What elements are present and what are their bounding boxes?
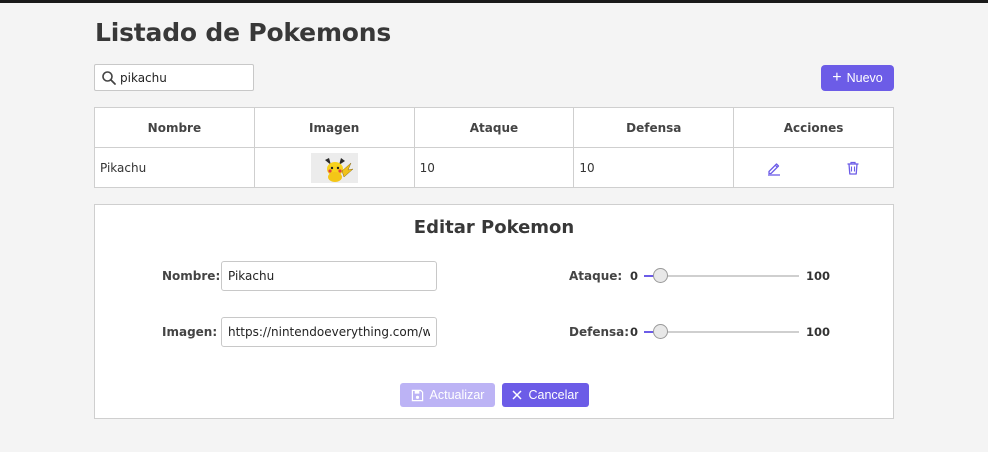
- update-button[interactable]: Actualizar: [400, 383, 495, 407]
- table-row: Pikachu 10 10: [94, 147, 894, 188]
- attack-min: 0: [630, 269, 639, 283]
- update-button-label: Actualizar: [429, 388, 485, 402]
- edit-pokemon-panel: Editar Pokemon Nombre: Imagen: Ataque: 0…: [94, 204, 894, 419]
- name-field[interactable]: [221, 261, 437, 291]
- defense-max: 100: [806, 325, 831, 339]
- search-input[interactable]: [120, 67, 248, 88]
- defense-min: 0: [630, 325, 639, 339]
- pikachu-image: [310, 152, 358, 183]
- cell-defense: 10: [573, 147, 735, 188]
- search-icon: [102, 71, 116, 85]
- image-url-field[interactable]: [221, 317, 437, 347]
- column-header-ataque[interactable]: Ataque: [413, 107, 575, 148]
- attack-slider-handle[interactable]: [652, 268, 668, 283]
- column-header-defensa[interactable]: Defensa: [573, 107, 735, 148]
- edit-panel-title: Editar Pokemon: [413, 217, 575, 238]
- search-box[interactable]: [94, 64, 254, 91]
- trash-icon[interactable]: [845, 160, 861, 176]
- edit-icon[interactable]: [766, 160, 782, 176]
- attack-label: Ataque:: [569, 269, 623, 283]
- cancel-button[interactable]: Cancelar: [502, 383, 589, 407]
- column-header-nombre[interactable]: Nombre: [94, 107, 255, 148]
- column-header-imagen[interactable]: Imagen: [253, 107, 415, 148]
- cell-name: Pikachu: [94, 147, 255, 188]
- cell-image: [253, 147, 415, 188]
- defense-label: Defensa:: [569, 325, 630, 339]
- attack-max: 100: [806, 269, 831, 283]
- plus-icon: +: [832, 68, 842, 86]
- table-header-row: Nombre Imagen Ataque Defensa Acciones: [94, 107, 894, 148]
- image-label: Imagen:: [162, 325, 218, 339]
- defense-slider-handle[interactable]: [652, 324, 668, 339]
- save-icon: [411, 389, 423, 401]
- attack-slider[interactable]: [644, 268, 799, 283]
- cell-attack: 10: [413, 147, 575, 188]
- new-button[interactable]: + Nuevo: [821, 65, 894, 91]
- column-header-acciones: Acciones: [733, 107, 894, 148]
- close-icon: [512, 390, 523, 400]
- name-label: Nombre:: [162, 269, 221, 283]
- new-button-label: Nuevo: [846, 71, 883, 85]
- cancel-button-label: Cancelar: [528, 388, 579, 402]
- page-title: Listado de Pokemons: [95, 18, 392, 47]
- defense-slider[interactable]: [644, 324, 799, 339]
- top-bar: [0, 0, 988, 3]
- pokemon-table: Nombre Imagen Ataque Defensa Acciones Pi…: [94, 107, 894, 188]
- cell-actions: [733, 147, 894, 188]
